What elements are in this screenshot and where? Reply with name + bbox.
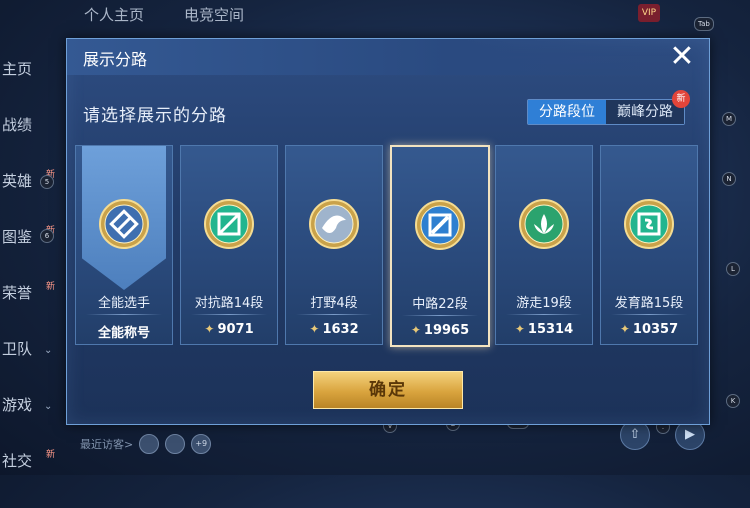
lane-card-value-text: 9071 — [217, 322, 254, 337]
lane-card-value-text: 全能称号 — [97, 326, 150, 341]
farm-lane-emblem-icon — [623, 198, 675, 250]
lane-display-modal: 展示分路 ✕ 请选择展示的分路 分路段位 巅峰分路 新 全能选手 全能称号 对抗路1… — [66, 38, 710, 425]
divider — [611, 314, 687, 315]
all-round-emblem-icon — [98, 198, 150, 250]
visitor-more-badge[interactable]: +9 — [191, 434, 212, 454]
divider — [296, 314, 372, 315]
key-hint: K — [726, 394, 740, 408]
lane-card-value: 全能称号 — [76, 322, 172, 341]
key-hint: 6 — [40, 229, 54, 243]
lane-card[interactable]: 发育路15段 ✦ 10357 — [600, 145, 698, 345]
avatar[interactable] — [165, 434, 186, 454]
sidebar-item-label: 荣誉 — [2, 284, 33, 302]
divider — [402, 315, 478, 316]
lane-card-name: 打野4段 — [310, 296, 358, 311]
sidebar-item-label: 主页 — [2, 60, 33, 78]
key-hint: M — [722, 112, 736, 126]
key-hint: L — [726, 262, 740, 276]
sidebar-item-social[interactable]: 社交 新 — [0, 450, 58, 508]
clash-lane-emblem-icon — [203, 198, 255, 250]
tab-esports[interactable]: 电竞空间 — [184, 4, 244, 25]
avatar[interactable] — [139, 434, 160, 454]
lane-card-value-text: 19965 — [423, 323, 470, 338]
points-icon: ✦ — [204, 322, 215, 336]
sidebar-item-label: 图鉴 — [2, 228, 33, 246]
points-icon: ✦ — [309, 322, 320, 336]
lane-card-name: 中路22段 — [412, 297, 468, 312]
lane-card-value: ✦ 10357 — [601, 322, 697, 337]
close-icon: ✕ — [669, 39, 695, 74]
lane-card-value: ✦ 1632 — [286, 322, 382, 337]
sidebar-item-label: 英雄 — [2, 172, 33, 190]
divider — [86, 314, 162, 315]
lane-card[interactable]: 中路22段 ✦ 19965 — [390, 145, 490, 347]
rank-mode-toggle: 分路段位 巅峰分路 新 — [527, 90, 690, 125]
key-hint: N — [722, 172, 736, 186]
lane-card-value: ✦ 9071 — [181, 322, 277, 337]
modal-header — [67, 39, 709, 75]
lane-card-value-text: 10357 — [632, 322, 679, 337]
roam-emblem-icon — [518, 198, 570, 250]
sidebar-item-record[interactable]: 战绩 — [0, 116, 58, 172]
points-icon: ✦ — [514, 322, 525, 336]
sidebar-item-label: 社交 — [2, 452, 33, 470]
vip-badge: VIP — [638, 4, 660, 22]
divider — [191, 314, 267, 315]
key-hint: Tab — [694, 17, 714, 31]
sidebar-item-guard[interactable]: 卫队 ⌄ — [0, 340, 58, 396]
tab-peak-lane[interactable]: 巅峰分路 新 — [606, 90, 690, 124]
lane-card[interactable]: 对抗路14段 ✦ 9071 — [180, 145, 278, 345]
sidebar-item-label: 战绩 — [2, 116, 33, 134]
lane-card-value: ✦ 19965 — [392, 323, 488, 338]
lane-card-name: 发育路15段 — [614, 296, 684, 311]
lane-card-name: 全能选手 — [97, 296, 150, 311]
sidebar-item-games[interactable]: 游戏 ⌄ — [0, 396, 58, 452]
mid-lane-emblem-icon — [414, 199, 466, 251]
chevron-down-icon: ⌄ — [44, 401, 53, 412]
lane-card-value: ✦ 15314 — [496, 322, 592, 337]
new-badge: 新 — [672, 90, 690, 108]
background-tabs: 个人主页 电竞空间 — [84, 4, 244, 25]
lane-card-list: 全能选手 全能称号 对抗路14段 ✦ 9071 打野4段 ✦ 1632 中路22段 ✦ 19965 游… — [75, 145, 701, 347]
key-hint: 5 — [40, 175, 54, 189]
close-button[interactable]: ✕ — [667, 42, 697, 73]
sidebar-item-home[interactable]: 主页 — [0, 60, 58, 116]
confirm-button[interactable]: 确定 — [313, 371, 463, 409]
lane-card-name: 对抗路14段 — [194, 296, 264, 311]
jungle-emblem-icon — [308, 198, 360, 250]
sidebar-item-label: 游戏 — [2, 396, 33, 414]
tab-lane-rank[interactable]: 分路段位 — [528, 100, 606, 124]
divider — [506, 314, 582, 315]
modal-title: 展示分路 — [83, 50, 148, 69]
lane-card-value-text: 1632 — [322, 322, 359, 337]
lane-card-name: 游走19段 — [516, 296, 572, 311]
lane-card-value-text: 15314 — [527, 322, 574, 337]
new-badge: 新 — [46, 282, 56, 292]
lane-card[interactable]: 游走19段 ✦ 15314 — [495, 145, 593, 345]
recent-visitors[interactable]: 最近访客> +9 — [80, 434, 212, 454]
tab-peak-lane-label: 巅峰分路 — [617, 104, 673, 120]
selection-prompt: 请选择展示的分路 — [83, 106, 227, 126]
lane-card[interactable]: 全能选手 全能称号 — [75, 145, 173, 345]
lane-card[interactable]: 打野4段 ✦ 1632 — [285, 145, 383, 345]
sidebar-item-label: 卫队 — [2, 340, 33, 358]
tab-profile[interactable]: 个人主页 — [84, 4, 144, 25]
background-sidebar: 主页 战绩 英雄新 图鉴新 荣誉 新 卫队 ⌄ 游戏 ⌄ 社交 新 — [0, 60, 58, 508]
points-icon: ✦ — [410, 323, 421, 337]
sidebar-item-honor[interactable]: 荣誉 新 — [0, 282, 58, 340]
points-icon: ✦ — [619, 322, 630, 336]
recent-visitors-label: 最近访客> — [80, 438, 134, 451]
chevron-down-icon: ⌄ — [44, 345, 53, 356]
new-badge: 新 — [46, 450, 56, 460]
